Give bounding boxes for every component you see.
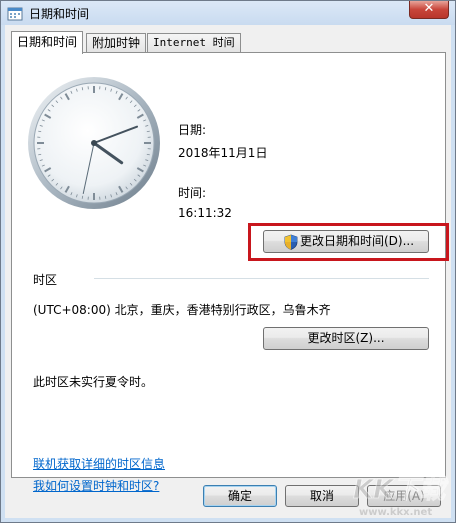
timezone-separator bbox=[94, 278, 429, 279]
change-timezone-button[interactable]: 更改时区(Z)... bbox=[263, 327, 429, 350]
close-icon: ✕ bbox=[423, 1, 435, 16]
apply-button[interactable]: 应用(A) bbox=[367, 485, 441, 507]
title-bar[interactable]: 日期和时间 ✕ bbox=[1, 1, 455, 25]
tab-additional-clocks[interactable]: 附加时钟 bbox=[86, 33, 147, 53]
dialog-client-area: 日期和时间 附加时钟 Internet 时间 日期: 2018年11月1日 时间… bbox=[5, 25, 451, 518]
timezone-section-label: 时区 bbox=[33, 273, 58, 287]
calendar-clock-icon bbox=[7, 7, 23, 21]
date-value: 2018年11月1日 bbox=[178, 146, 268, 160]
uac-shield-icon bbox=[284, 234, 298, 250]
link-online-timezone-info[interactable]: 联机获取详细的时区信息 bbox=[33, 455, 165, 472]
link-how-to-set-clock[interactable]: 我如何设置时钟和时区? bbox=[33, 477, 159, 494]
tab-date-time[interactable]: 日期和时间 bbox=[11, 31, 84, 54]
time-label: 时间: bbox=[178, 186, 207, 200]
time-value: 16:11:32 bbox=[178, 206, 232, 220]
change-date-time-button[interactable]: 更改日期和时间(D)... bbox=[263, 230, 429, 253]
dst-note: 此时区未实行夏令时。 bbox=[33, 375, 154, 389]
analog-clock bbox=[28, 77, 160, 209]
tab-panel: 日期: 2018年11月1日 时间: 16:11:32 更改日期和时间(D)..… bbox=[11, 52, 449, 493]
ok-button[interactable]: 确定 bbox=[203, 485, 277, 507]
change-date-time-label: 更改日期和时间(D)... bbox=[300, 234, 415, 248]
cancel-button[interactable]: 取消 bbox=[285, 485, 359, 507]
close-button[interactable]: ✕ bbox=[409, 1, 449, 19]
timezone-value: (UTC+08:00) 北京，重庆，香港特别行政区，乌鲁木齐 bbox=[33, 303, 331, 317]
date-time-dialog: 日期和时间 ✕ 日期和时间 附加时钟 Internet 时间 日期: 2018年… bbox=[0, 0, 456, 523]
tab-internet-time[interactable]: Internet 时间 bbox=[147, 33, 241, 53]
date-label: 日期: bbox=[178, 123, 207, 137]
window-title: 日期和时间 bbox=[29, 7, 90, 21]
